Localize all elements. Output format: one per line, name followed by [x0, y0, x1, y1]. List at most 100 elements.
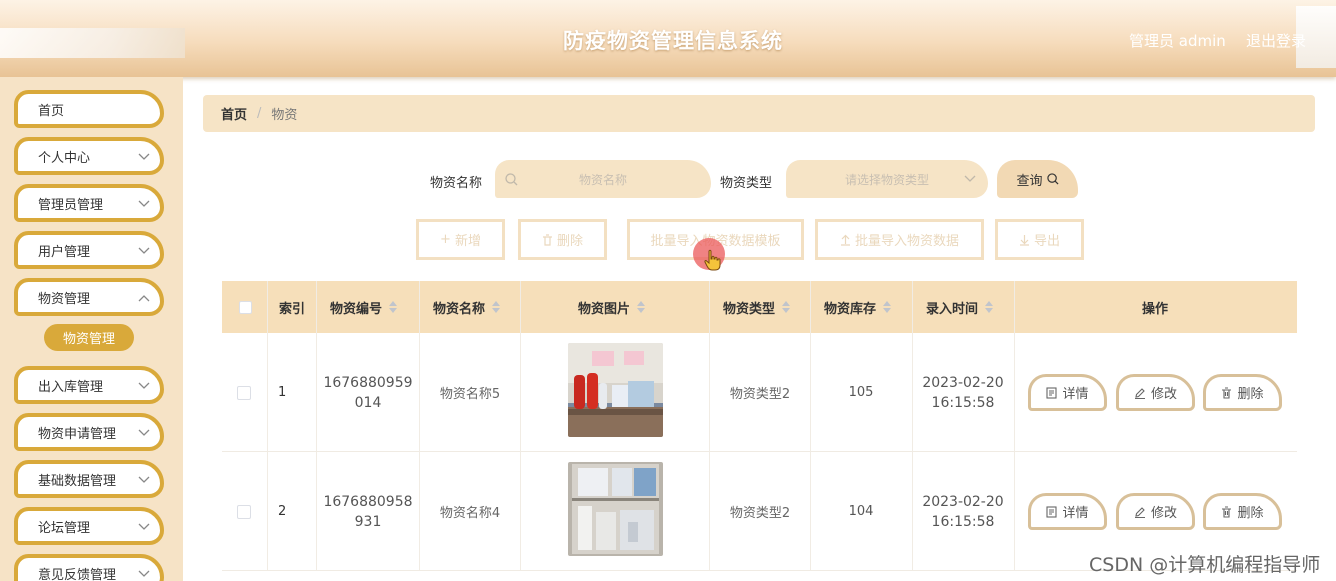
delete-button[interactable]: 删除 — [1203, 493, 1282, 530]
edit-button-label: 修改 — [1150, 387, 1177, 402]
breadcrumb-separator: / — [257, 106, 262, 121]
edit-button[interactable]: 修改 — [1116, 374, 1195, 411]
chevron-down-icon — [138, 200, 150, 207]
supply-name-placeholder: 物资名称 — [578, 172, 627, 187]
row-index: 2 — [278, 504, 287, 519]
chevron-down-icon — [138, 382, 150, 389]
detail-button-label: 详情 — [1062, 506, 1089, 521]
trash-icon — [542, 233, 552, 246]
bulk-delete-button[interactable]: 删除 — [518, 219, 607, 260]
sort-icon — [637, 301, 646, 313]
search-icon — [1046, 173, 1059, 185]
col-header-code[interactable]: 物资编号 — [330, 281, 398, 333]
export-button-label: 导出 — [1033, 234, 1060, 249]
sidebar-item-stock-in-out[interactable]: 出入库管理 — [14, 366, 164, 404]
col-header-actions: 操作 — [1142, 301, 1169, 317]
supply-image[interactable] — [568, 343, 663, 437]
sidebar-item-forum[interactable]: 论坛管理 — [14, 507, 164, 545]
query-button-label: 查询 — [1016, 173, 1043, 189]
row-clock: 16:15:58 — [931, 394, 995, 411]
breadcrumb-home[interactable]: 首页 — [221, 104, 247, 123]
detail-button-label: 详情 — [1062, 387, 1089, 402]
supply-photo-fire-extinguishers — [568, 343, 663, 437]
col-header-image[interactable]: 物资图片 — [578, 281, 646, 333]
chevron-down-icon — [138, 429, 150, 436]
chevron-down-icon — [138, 153, 150, 160]
sidebar-item-label: 意见反馈管理 — [38, 567, 117, 581]
download-icon — [1019, 234, 1029, 246]
col-header-stock-label: 物资库存 — [824, 301, 877, 317]
sort-icon — [883, 301, 892, 313]
row-clock: 16:15:58 — [931, 513, 995, 530]
row-code: 1676880958 931 — [319, 452, 417, 571]
supply-name-input[interactable]: 物资名称 — [495, 160, 711, 198]
hand-pointer-icon — [704, 249, 721, 271]
sidebar-item-label: 论坛管理 — [38, 520, 91, 536]
row-code-line1: 1676880959 — [323, 374, 413, 391]
document-icon — [1046, 386, 1058, 399]
row-checkbox[interactable] — [237, 505, 251, 519]
col-header-image-label: 物资图片 — [578, 301, 631, 317]
breadcrumb: 首页 / 物资 — [203, 95, 1315, 132]
submenu-item-supplies[interactable]: 物资管理 — [44, 324, 134, 351]
document-icon — [1046, 505, 1058, 518]
sidebar-item-label: 物资申请管理 — [38, 426, 117, 442]
supply-type-placeholder: 请选择物资类型 — [844, 172, 929, 187]
col-header-time[interactable]: 录入时间 — [926, 281, 994, 333]
supply-type-select[interactable]: 请选择物资类型 — [786, 160, 988, 198]
sidebar-item-label: 管理员管理 — [38, 197, 104, 213]
table-header: 索引 物资编号 物资名称 物资图片 物资类型 物资库存 录入时间 操作 — [222, 281, 1297, 333]
row-date: 2023-02-20 — [922, 493, 1004, 510]
edit-button[interactable]: 修改 — [1116, 493, 1195, 530]
row-index: 1 — [278, 385, 287, 400]
trash-icon — [1222, 505, 1232, 518]
delete-button[interactable]: 删除 — [1203, 374, 1282, 411]
sidebar-item-label: 个人中心 — [38, 150, 91, 166]
sidebar-item-base-data[interactable]: 基础数据管理 — [14, 460, 164, 498]
col-header-type[interactable]: 物资类型 — [723, 281, 791, 333]
sidebar-item-label: 物资管理 — [38, 291, 91, 307]
add-button[interactable]: + 新增 — [416, 219, 505, 260]
detail-button[interactable]: 详情 — [1028, 493, 1107, 530]
sidebar-item-admin-management[interactable]: 管理员管理 — [14, 184, 164, 222]
sidebar-item-personal-center[interactable]: 个人中心 — [14, 137, 164, 175]
export-button[interactable]: 导出 — [995, 219, 1084, 260]
row-checkbox[interactable] — [237, 386, 251, 400]
bulk-import-button[interactable]: 批量导入物资数据 — [815, 219, 984, 260]
sort-icon — [492, 301, 501, 313]
delete-button-label: 删除 — [556, 234, 583, 249]
chevron-down-icon — [138, 523, 150, 530]
supply-image[interactable] — [568, 462, 663, 556]
col-header-index: 索引 — [279, 301, 306, 317]
chevron-down-icon — [964, 175, 976, 182]
sort-icon — [782, 301, 791, 313]
row-code-line2: 931 — [354, 513, 382, 530]
supply-name-label: 物资名称 — [430, 176, 483, 191]
col-header-name[interactable]: 物资名称 — [433, 281, 501, 333]
sidebar-item-label: 出入库管理 — [38, 379, 104, 395]
import-button-label: 批量导入物资数据 — [854, 234, 959, 249]
plus-icon: + — [440, 232, 451, 247]
chevron-up-icon — [138, 295, 150, 302]
row-time: 2023-02-20 16:15:58 — [914, 452, 1012, 571]
top-header: 防疫物资管理信息系统 管理员 admin 退出登录 — [0, 0, 1336, 77]
col-header-stock[interactable]: 物资库存 — [824, 281, 892, 333]
col-header-code-label: 物资编号 — [330, 301, 383, 317]
current-user: 管理员 admin — [1129, 32, 1226, 50]
sidebar-item-supply-requests[interactable]: 物资申请管理 — [14, 413, 164, 451]
upload-icon — [840, 234, 850, 246]
sidebar-item-feedback[interactable]: 意见反馈管理 — [14, 554, 164, 581]
sidebar-item-home[interactable]: 首页 — [14, 90, 164, 128]
sort-icon — [389, 301, 398, 313]
row-code-line1: 1676880958 — [323, 493, 413, 510]
logout-link[interactable]: 退出登录 — [1246, 30, 1306, 51]
sidebar-item-label: 基础数据管理 — [38, 473, 117, 489]
chevron-down-icon — [138, 570, 150, 577]
supply-photo-cabinet — [568, 462, 663, 556]
sidebar-item-user-management[interactable]: 用户管理 — [14, 231, 164, 269]
select-all-checkbox[interactable] — [239, 281, 252, 333]
detail-button[interactable]: 详情 — [1028, 374, 1107, 411]
sidebar-item-supplies-management[interactable]: 物资管理 — [14, 278, 164, 316]
query-button[interactable]: 查询 — [997, 160, 1078, 198]
row-date: 2023-02-20 — [922, 374, 1004, 391]
